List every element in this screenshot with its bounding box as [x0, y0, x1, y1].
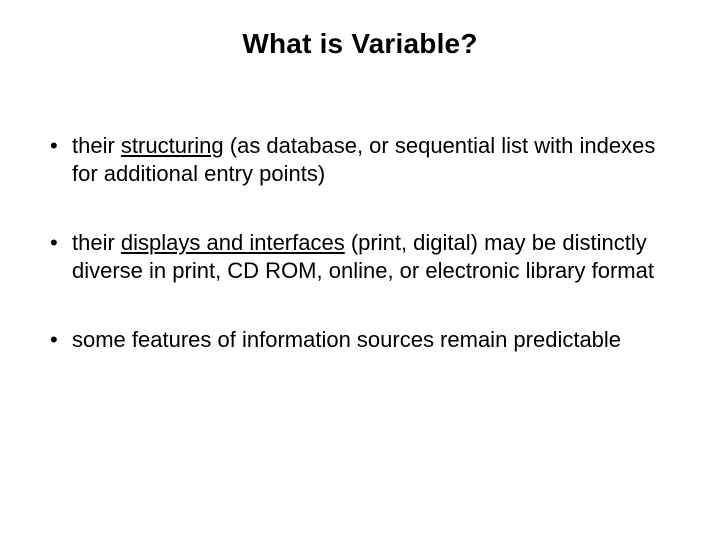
bullet-item: some features of information sources rem… [48, 326, 672, 354]
slide-container: What is Variable? their structuring (as … [0, 0, 720, 354]
bullet-underlined: displays and interfaces [121, 230, 345, 255]
bullet-prefix: their [72, 230, 121, 255]
bullet-list: their structuring (as database, or seque… [48, 132, 672, 354]
bullet-item: their structuring (as database, or seque… [48, 132, 672, 187]
bullet-item: their displays and interfaces (print, di… [48, 229, 672, 284]
slide-title: What is Variable? [48, 28, 672, 60]
bullet-underlined: structuring [121, 133, 224, 158]
bullet-suffix: some features of information sources rem… [72, 327, 621, 352]
bullet-prefix: their [72, 133, 121, 158]
